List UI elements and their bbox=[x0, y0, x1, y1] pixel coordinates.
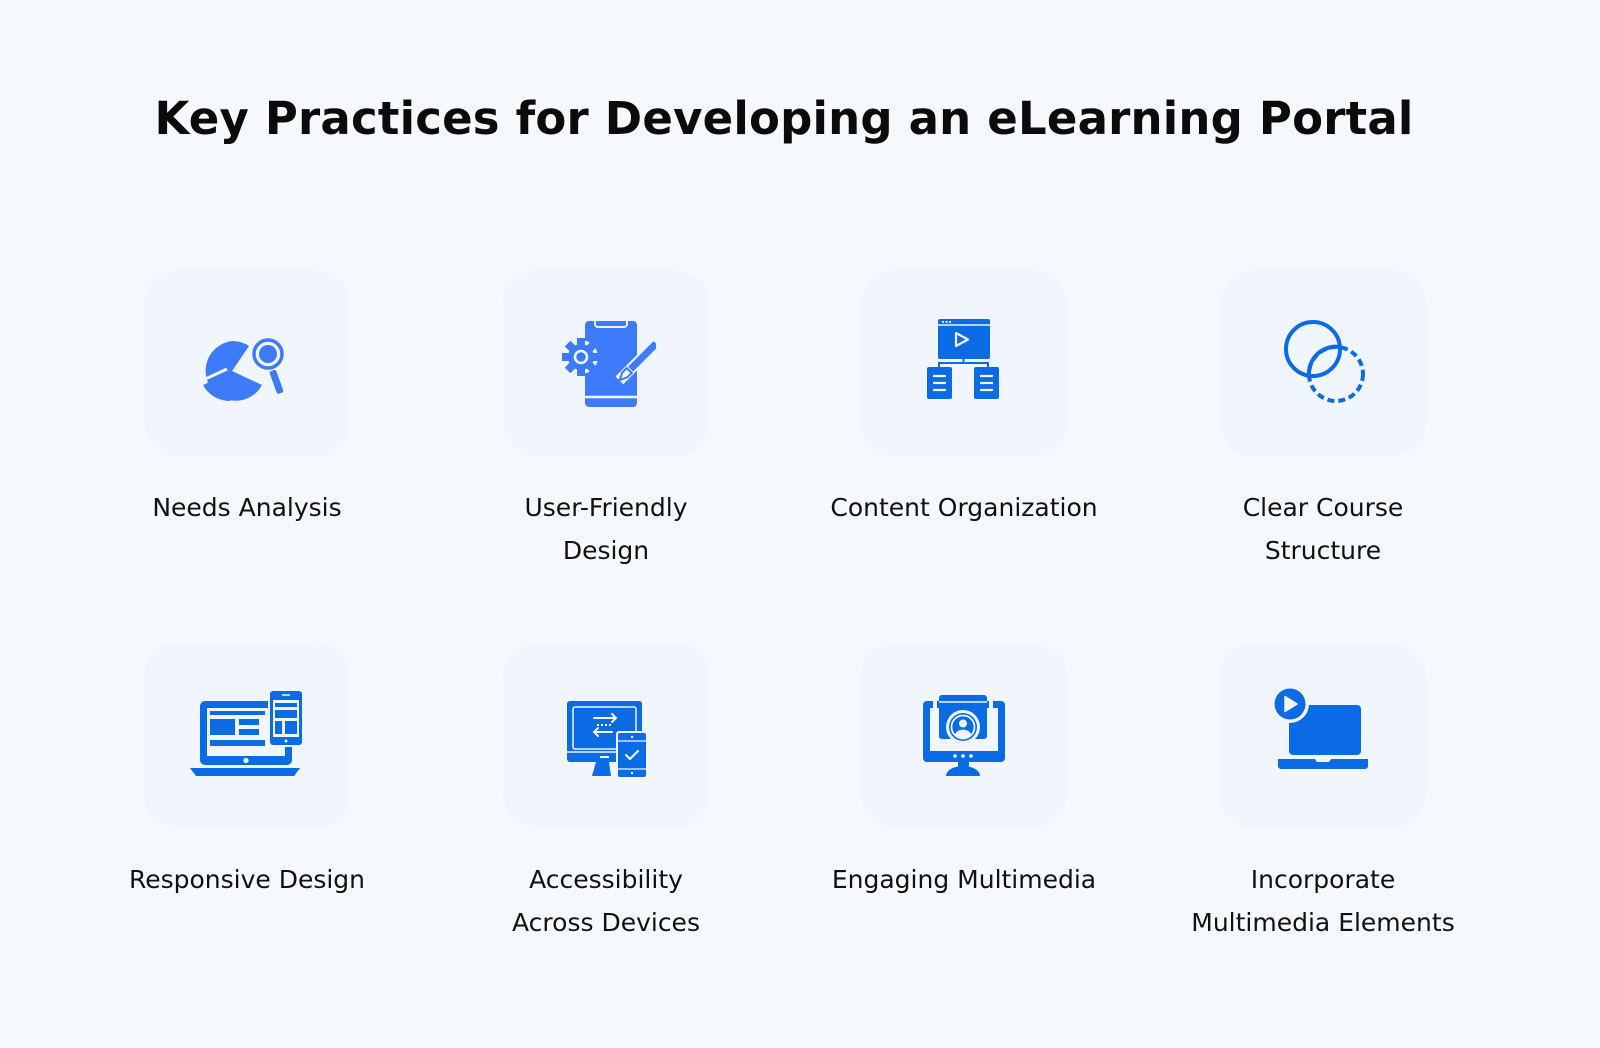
icon-tile bbox=[861, 642, 1067, 828]
icon-tile bbox=[1220, 270, 1426, 456]
practice-label: Incorporate Multimedia Elements bbox=[1191, 865, 1455, 937]
practice-card-engaging-multimedia: Engaging Multimedia bbox=[814, 642, 1114, 901]
video-hierarchy-icon bbox=[927, 319, 999, 399]
practice-card-accessibility-across-devices: Accessibility Across Devices bbox=[456, 642, 756, 944]
practice-label: Engaging Multimedia bbox=[831, 865, 1097, 894]
practice-label: Clear Course Structure bbox=[1242, 493, 1404, 565]
icon-tile bbox=[503, 270, 709, 456]
laptop-phone-icon bbox=[190, 689, 304, 776]
overlapping-circles-icon bbox=[1284, 320, 1365, 403]
practice-card-incorporate-multimedia-elements: Incorporate Multimedia Elements bbox=[1173, 642, 1473, 944]
practice-card-needs-analysis: Needs Analysis bbox=[97, 270, 397, 529]
practice-card-responsive-design: Responsive Design bbox=[97, 642, 397, 901]
icon-tile bbox=[1220, 642, 1426, 828]
page-title: Key Practices for Developing an eLearnin… bbox=[154, 92, 1414, 145]
practice-card-content-organization: Content Organization bbox=[814, 270, 1114, 529]
phone-gear-pen-icon bbox=[562, 321, 656, 407]
practice-label: User-Friendly Design bbox=[524, 493, 688, 565]
practice-label: Content Organization bbox=[830, 493, 1098, 522]
monitor-user-video-icon bbox=[923, 695, 1005, 776]
pie-chart-magnifier-icon bbox=[200, 337, 285, 402]
icon-tile bbox=[144, 642, 350, 828]
icon-tile bbox=[503, 642, 709, 828]
icon-tile bbox=[861, 270, 1067, 456]
monitor-phone-sync-icon bbox=[567, 701, 648, 779]
laptop-play-icon bbox=[1273, 685, 1368, 769]
practice-label: Responsive Design bbox=[128, 865, 366, 894]
icon-tile bbox=[144, 270, 350, 456]
practice-label: Accessibility Across Devices bbox=[512, 865, 700, 937]
practice-card-user-friendly-design: User-Friendly Design bbox=[456, 270, 756, 572]
practice-card-clear-course-structure: Clear Course Structure bbox=[1173, 270, 1473, 572]
practice-label: Needs Analysis bbox=[152, 493, 342, 522]
